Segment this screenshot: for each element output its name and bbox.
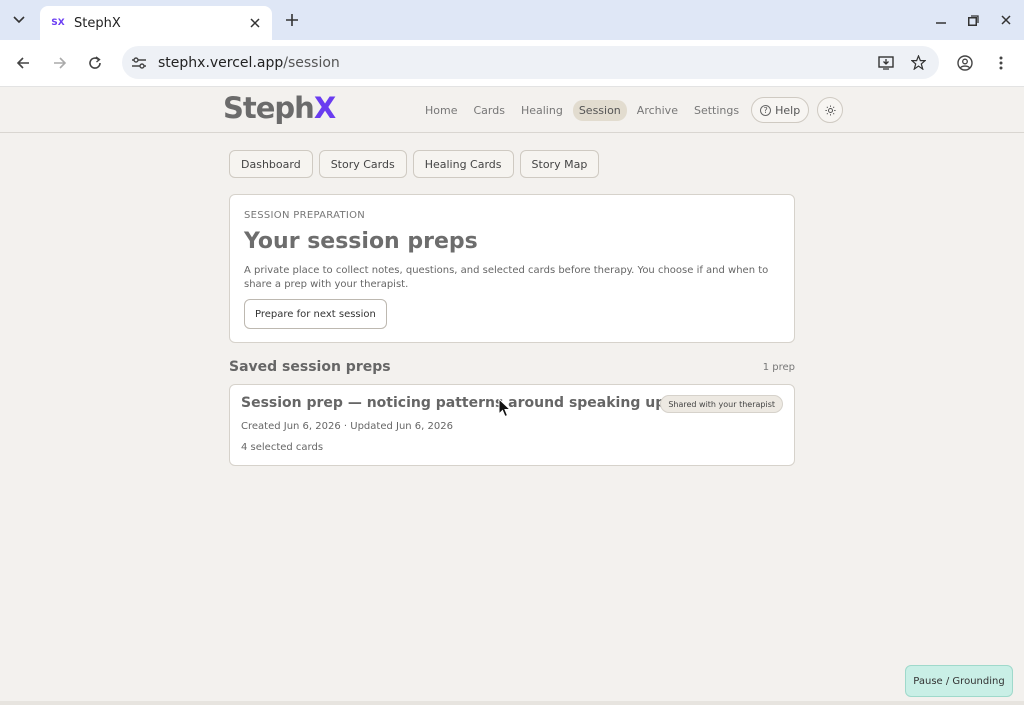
- url-host: stephx.vercel.app: [158, 54, 284, 71]
- subtab-story-cards[interactable]: Story Cards: [318, 150, 407, 178]
- address-bar[interactable]: stephx.vercel.app/session: [122, 46, 939, 79]
- star-icon[interactable]: [907, 52, 929, 74]
- arrow-right-icon[interactable]: [49, 52, 71, 74]
- saved-prep-dates: Created Jun 6, 2026 · Updated Jun 6, 202…: [241, 421, 453, 432]
- plus-icon[interactable]: [282, 10, 302, 30]
- nav-home[interactable]: Home: [419, 100, 463, 121]
- saved-preps-count: 1 prep: [762, 362, 795, 373]
- window-close-icon[interactable]: [996, 10, 1016, 30]
- help-button[interactable]: ? Help: [751, 97, 810, 123]
- page-title: Your session preps: [244, 229, 478, 254]
- saved-preps-heading: Saved session preps: [229, 359, 391, 375]
- saved-prep-item[interactable]: Session prep — noticing patterns around …: [229, 384, 795, 466]
- browser-tab[interactable]: SX StephX: [40, 6, 272, 40]
- close-icon[interactable]: [246, 14, 264, 32]
- kebab-menu-icon[interactable]: [990, 52, 1012, 74]
- account-icon[interactable]: [954, 52, 976, 74]
- nav-settings[interactable]: Settings: [688, 100, 745, 121]
- logo-accent: X: [313, 91, 336, 125]
- logo-main: Steph: [223, 91, 315, 125]
- status-badge: Shared with your therapist: [660, 395, 783, 413]
- arrow-left-icon[interactable]: [12, 52, 34, 74]
- prepare-session-button[interactable]: Prepare for next session: [244, 299, 387, 329]
- nav-cards[interactable]: Cards: [467, 100, 510, 121]
- subtab-healing-cards[interactable]: Healing Cards: [412, 150, 514, 178]
- section-eyebrow: SESSION PREPARATION: [244, 210, 366, 221]
- subtab-dashboard[interactable]: Dashboard: [229, 150, 313, 178]
- install-icon[interactable]: [875, 52, 897, 74]
- tab-title: StephX: [74, 15, 121, 31]
- saved-prep-title: Session prep — noticing patterns around …: [241, 395, 666, 411]
- tune-icon[interactable]: [130, 54, 148, 72]
- sun-icon: [825, 104, 836, 116]
- nav-healing[interactable]: Healing: [515, 100, 569, 121]
- mouse-cursor-icon: [498, 398, 512, 418]
- url-path: /session: [283, 54, 340, 71]
- main-nav: Home Cards Healing Session Archive Setti…: [419, 97, 844, 123]
- pause-grounding-button[interactable]: Pause / Grounding: [905, 665, 1013, 697]
- logo[interactable]: StephX: [223, 91, 336, 125]
- theme-toggle-button[interactable]: [817, 97, 844, 123]
- minimize-icon[interactable]: [931, 10, 951, 30]
- question-icon: ?: [760, 104, 772, 116]
- nav-session[interactable]: Session: [572, 99, 627, 121]
- nav-archive[interactable]: Archive: [631, 100, 684, 121]
- help-label: Help: [775, 103, 801, 117]
- session-subtabs: Dashboard Story Cards Healing Cards Stor…: [229, 150, 605, 178]
- app-header: StephX Home Cards Healing Session Archiv…: [0, 87, 1024, 133]
- maximize-icon[interactable]: [963, 10, 983, 30]
- session-prep-card: SESSION PREPARATION Your session preps A…: [229, 194, 795, 343]
- chevron-down-icon[interactable]: [8, 10, 30, 30]
- favicon-icon: SX: [51, 18, 65, 28]
- browser-tab-bar: SX StephX: [0, 0, 1024, 40]
- prep-description: A private place to collect notes, questi…: [244, 265, 769, 290]
- reload-icon[interactable]: [84, 52, 106, 74]
- browser-toolbar: stephx.vercel.app/session: [0, 40, 1024, 87]
- url-text: stephx.vercel.app/session: [158, 55, 875, 71]
- saved-prep-card-count: 4 selected cards: [241, 442, 324, 453]
- bottom-strip: [0, 701, 1024, 705]
- subtab-story-map[interactable]: Story Map: [519, 150, 600, 178]
